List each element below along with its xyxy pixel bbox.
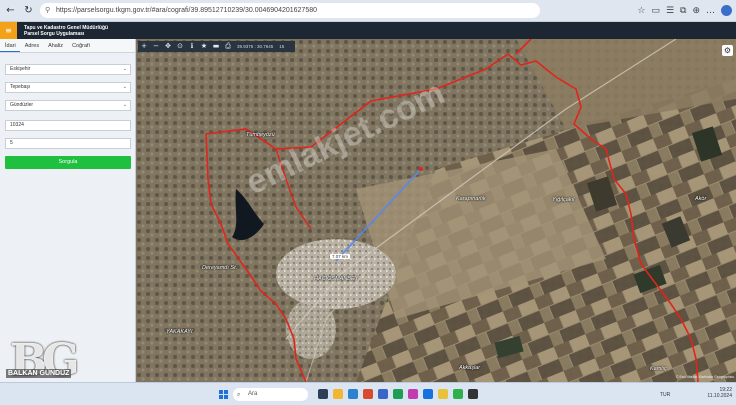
zoom-in-icon[interactable]: + [138,41,150,52]
locate-icon[interactable]: ⊙ [174,41,186,52]
task-view-icon[interactable] [318,389,328,399]
tab-cografi[interactable]: Coğrafi [67,39,94,52]
place-label-kamlic: Kamlıç [650,366,667,372]
mail-icon[interactable] [423,389,433,399]
map-toolbar: + − ✥ ⊙ ℹ ★ ▬ ⎙ 39.9375 : 30.7645 15 [138,41,295,52]
parcel-value: 5 [10,140,13,146]
app-header: ≡ Tapu ve Kadastro Genel Müdürlüğü Parse… [0,22,736,39]
url-text: https://parselsorgu.tkgm.gov.tr/#ara/cog… [56,7,318,14]
coordinate-readout: 39.9375 : 30.7645 [237,44,274,49]
language-indicator[interactable]: TUR [660,392,670,398]
split-icon[interactable]: ▭ [651,6,660,16]
place-label-haciosmanbey: HACIOSMANBEY [314,276,359,282]
clock[interactable]: 19:22 11.10.2024 [707,387,732,399]
word-icon[interactable] [378,389,388,399]
pan-icon[interactable]: ✥ [162,41,174,52]
address-bar[interactable]: ⚲ https://parselsorgu.tkgm.gov.tr/#ara/c… [40,3,540,18]
app-icon[interactable] [438,389,448,399]
clock-date: 11.10.2024 [707,393,732,399]
place-label-karapinarlik: Karapınarlık [456,196,486,202]
search-placeholder: Ara [248,391,258,397]
maps-icon[interactable] [468,389,478,399]
query-button[interactable]: Sorgula [5,156,131,169]
info-icon[interactable]: ℹ [186,41,198,52]
province-value: Eskişehir [10,66,31,72]
collections-icon[interactable]: ⧉ [680,6,686,16]
taskbar: ⌕ Ara TUR 19:22 11.10.2024 [0,382,736,405]
profile-avatar[interactable] [721,5,732,16]
favorites-icon[interactable]: ☰ [666,6,674,16]
query-panel: İdari Adres Ahaliz Coğrafi Eskişehir ⌄ T… [0,39,136,382]
parcel-input[interactable]: 5 [5,138,131,149]
place-label-tumbeyozu: Tümbeyözü [246,132,275,138]
chevron-down-icon: ⌄ [122,66,127,72]
refresh-icon[interactable]: ↻ [22,4,35,17]
place-label-yakakayi: YAKAKAYI [166,329,193,335]
place-label-akor: Akör [695,196,707,202]
print-icon[interactable]: ⎙ [222,41,234,52]
instagram-icon[interactable] [408,389,418,399]
whatsapp-icon[interactable] [453,389,463,399]
more-icon[interactable]: … [706,6,715,16]
district-value: Tepebaşı [10,84,31,90]
query-tabs: İdari Adres Ahaliz Coğrafi [0,39,135,53]
tab-idari[interactable]: İdari [0,39,20,52]
file-explorer-icon[interactable] [333,389,343,399]
zoom-out-icon[interactable]: − [150,41,162,52]
windows-start-icon[interactable] [219,390,228,399]
extensions-icon[interactable]: ⊕ [692,6,700,16]
block-input[interactable]: 10324 [5,120,131,131]
app-title: Tapu ve Kadastro Genel Müdürlüğü Parsel … [17,25,108,37]
star-icon[interactable]: ☆ [637,6,645,16]
search-icon: ⌕ [237,391,241,398]
tab-ahaliz[interactable]: Ahaliz [43,39,67,52]
taskbar-search[interactable]: ⌕ Ara [233,388,308,401]
browser-toolbar: ← ↻ ⚲ https://parselsorgu.tkgm.gov.tr/#a… [0,0,736,22]
logo-name: BALKAN GÜNDÜZ [6,369,72,378]
excel-icon[interactable] [393,389,403,399]
district-select[interactable]: Tepebaşı ⌄ [5,82,131,93]
province-select[interactable]: Eskişehir ⌄ [5,64,131,75]
place-label-dereyamdi: Dereyamdı Sr. [202,265,238,271]
neighborhood-select[interactable]: Gündüzler ⌄ [5,100,131,111]
back-icon[interactable]: ← [4,4,17,17]
zoom-level: 15 [279,44,285,49]
gear-icon[interactable]: ⚙ [722,45,733,56]
chrome-icon[interactable] [363,389,373,399]
place-label-yigilcakil: Yığılçakıl [552,197,575,203]
map-attribution: © Esri, Maxar, Earthstar Geographics [675,375,734,379]
neighborhood-value: Gündüzler [10,102,34,108]
place-label-akkaslar: Akkaşlar [459,365,481,371]
lock-icon: ⚲ [45,6,51,14]
chevron-down-icon: ⌄ [122,84,127,90]
bookmark-icon[interactable]: ★ [198,41,210,52]
tab-adres[interactable]: Adres [20,39,43,52]
app-title-line1: Tapu ve Kadastro Genel Müdürlüğü [24,24,109,31]
block-value: 10324 [10,122,24,128]
menu-icon[interactable]: ≡ [0,22,17,39]
measure-icon[interactable]: ▬ [210,41,222,52]
distance-label: 7.07 km [330,254,351,259]
chevron-down-icon: ⌄ [122,102,127,108]
app-title-line2: Parsel Sorgu Uygulaması [24,30,85,37]
edge-icon[interactable] [348,389,358,399]
